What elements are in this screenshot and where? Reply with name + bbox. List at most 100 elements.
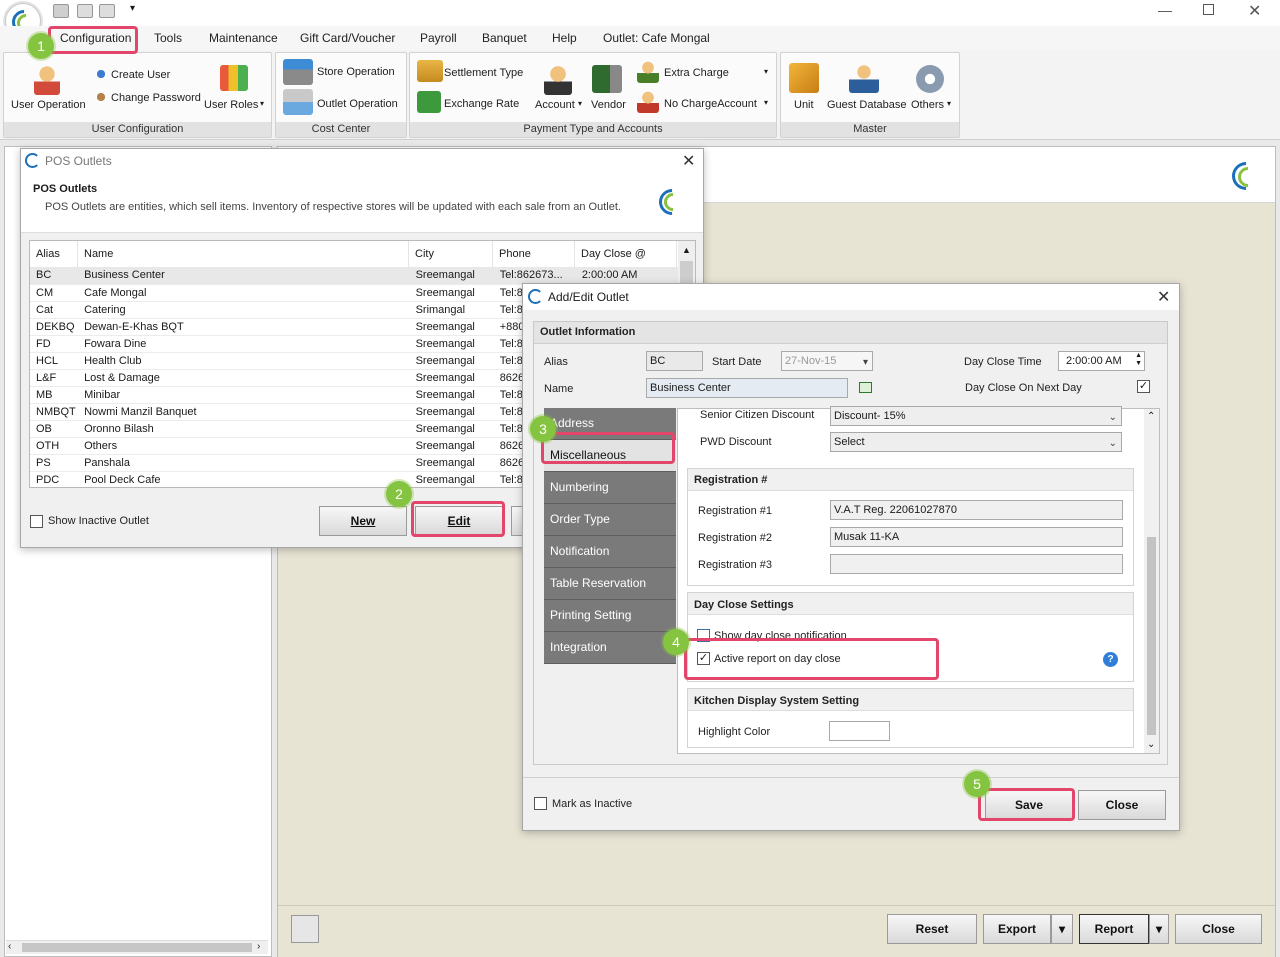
reg3-field[interactable] (830, 554, 1123, 574)
close-dialog-button[interactable]: Close (1078, 790, 1166, 820)
pos-outlets-header: POS Outlets POS Outlets are entities, wh… (21, 173, 703, 233)
report-dropdown-icon[interactable]: ▾ (1149, 914, 1169, 944)
minimize-icon[interactable]: — (1158, 2, 1172, 18)
table-row[interactable]: BC Business Center Sreemangal Tel:862673...… (30, 267, 678, 285)
report-button[interactable]: Report (1079, 914, 1149, 944)
quick-access-grid-icon[interactable] (53, 4, 69, 18)
user-roles-dropdown-icon[interactable]: ▾ (260, 99, 264, 108)
start-date-field[interactable]: 27-Nov-15 ▾ (781, 351, 873, 371)
add-edit-close-icon[interactable]: ✕ (1157, 287, 1170, 307)
start-date-label: Start Date (712, 356, 762, 368)
extra-charge-button[interactable]: Extra Charge (664, 67, 729, 79)
account-button[interactable]: Account (535, 99, 575, 111)
help-icon[interactable]: ? (1103, 652, 1118, 667)
misc-scroll-up-icon[interactable]: ⌃ (1147, 411, 1155, 422)
cell-city: Sreemangal (409, 318, 494, 336)
scroll-right-icon[interactable]: › (257, 941, 260, 952)
misc-scroll-thumb[interactable] (1147, 537, 1156, 735)
outlet-operation-button[interactable]: Outlet Operation (317, 98, 398, 110)
menu-maintenance[interactable]: Maintenance (209, 31, 278, 45)
highlight-color-picker[interactable] (829, 721, 890, 741)
close-main-button[interactable]: Close (1175, 914, 1262, 944)
mark-inactive-checkbox[interactable] (534, 797, 547, 810)
day-close-next-day-checkbox[interactable]: ✓ (1137, 380, 1150, 393)
tab-printing-setting[interactable]: Printing Setting (544, 600, 676, 632)
reg2-field[interactable]: Musak 11-KA (830, 527, 1123, 547)
binding-icon[interactable] (291, 915, 319, 943)
export-button[interactable]: Export (983, 914, 1051, 944)
guest-database-icon (849, 63, 879, 93)
col-alias[interactable]: Alias (30, 241, 78, 267)
day-close-time-value: 2:00:00 AM (1066, 355, 1122, 367)
menu-help[interactable]: Help (552, 31, 577, 45)
quick-access-lock-icon[interactable] (99, 4, 115, 18)
pos-outlets-close-icon[interactable]: ✕ (682, 151, 695, 171)
reset-button[interactable]: Reset (887, 914, 977, 944)
col-name[interactable]: Name (78, 241, 409, 267)
show-inactive-checkbox[interactable] (30, 515, 43, 528)
highlight-save-button (978, 788, 1075, 821)
quick-access-refresh-icon[interactable] (77, 4, 93, 18)
cell-alias: PDC (30, 471, 79, 487)
account-icon (544, 65, 572, 95)
reg1-field[interactable]: V.A.T Reg. 22061027870 (830, 500, 1123, 520)
col-phone[interactable]: Phone (493, 241, 575, 267)
name-field[interactable]: Business Center (646, 378, 848, 398)
menu-tools[interactable]: Tools (154, 31, 182, 45)
others-dropdown-icon[interactable]: ▾ (947, 99, 951, 108)
name-translate-icon[interactable] (859, 382, 872, 393)
settlement-type-button[interactable]: Settlement Type (444, 67, 523, 79)
account-dropdown-icon[interactable]: ▾ (578, 99, 582, 108)
tab-numbering[interactable]: Numbering (544, 472, 676, 504)
tab-integration[interactable]: Integration (544, 632, 676, 664)
export-dropdown-icon[interactable]: ▾ (1051, 914, 1073, 944)
cell-name: Catering (78, 301, 410, 319)
new-button[interactable]: New (319, 506, 407, 536)
settlement-type-icon (417, 60, 443, 82)
col-day-close[interactable]: Day Close @ (575, 241, 677, 267)
cell-alias: Cat (30, 301, 79, 319)
pwd-discount-select[interactable]: Select ⌄ (830, 432, 1122, 452)
alias-field[interactable]: BC (646, 351, 703, 371)
extra-charge-dropdown-icon[interactable]: ▾ (764, 67, 768, 76)
menu-gift-card[interactable]: Gift Card/Voucher (300, 31, 395, 45)
senior-discount-select[interactable]: Discount- 15% ⌄ (830, 406, 1122, 426)
ribbon-group-user-configuration: User Operation Create User Change Passwo… (3, 52, 272, 138)
tree-scrollbar[interactable]: ‹ › (6, 940, 268, 954)
create-user-button[interactable]: Create User (111, 69, 170, 81)
pos-outlets-logo-icon (653, 183, 691, 221)
guest-database-button[interactable]: Guest Database (827, 99, 907, 111)
no-charge-account-dropdown-icon[interactable]: ▾ (764, 98, 768, 107)
scroll-left-icon[interactable]: ‹ (8, 941, 11, 952)
user-roles-button[interactable]: User Roles (204, 99, 258, 111)
tab-order-type[interactable]: Order Type (544, 504, 676, 536)
misc-scrollbar[interactable]: ⌃ ⌄ (1144, 409, 1159, 753)
user-operation-button[interactable]: User Operation (11, 99, 86, 111)
cell-city: Sreemangal (409, 386, 494, 404)
window-close-icon[interactable]: ✕ (1248, 1, 1261, 21)
user-operation-icon (34, 65, 60, 95)
tab-notification[interactable]: Notification (544, 536, 676, 568)
group-title-payment: Payment Type and Accounts (410, 122, 776, 137)
menu-banquet[interactable]: Banquet (482, 31, 527, 45)
no-charge-account-button[interactable]: No ChargeAccount (664, 98, 757, 110)
start-date-calendar-icon[interactable]: ▾ (863, 354, 868, 372)
day-close-time-field[interactable]: 2:00:00 AM ▲ ▼ (1058, 351, 1145, 371)
add-edit-window-icon (528, 289, 543, 304)
cell-alias: MB (30, 386, 79, 404)
unit-button[interactable]: Unit (794, 99, 814, 111)
quick-access-dropdown-icon[interactable]: ▾ (130, 3, 135, 14)
exchange-rate-button[interactable]: Exchange Rate (444, 98, 519, 110)
vendor-button[interactable]: Vendor (591, 99, 626, 111)
tab-table-reservation[interactable]: Table Reservation (544, 568, 676, 600)
store-operation-button[interactable]: Store Operation (317, 66, 395, 78)
scroll-thumb[interactable] (22, 943, 252, 952)
change-password-button[interactable]: Change Password (111, 92, 201, 104)
col-city[interactable]: City (409, 241, 493, 267)
menu-payroll[interactable]: Payroll (420, 31, 457, 45)
others-button[interactable]: Others (911, 99, 944, 111)
restore-icon[interactable] (1203, 4, 1214, 15)
misc-scroll-down-icon[interactable]: ⌄ (1147, 739, 1155, 750)
table-scroll-up-icon[interactable]: ▲ (682, 245, 691, 255)
time-spinner-icon[interactable]: ▲ ▼ (1135, 352, 1142, 368)
